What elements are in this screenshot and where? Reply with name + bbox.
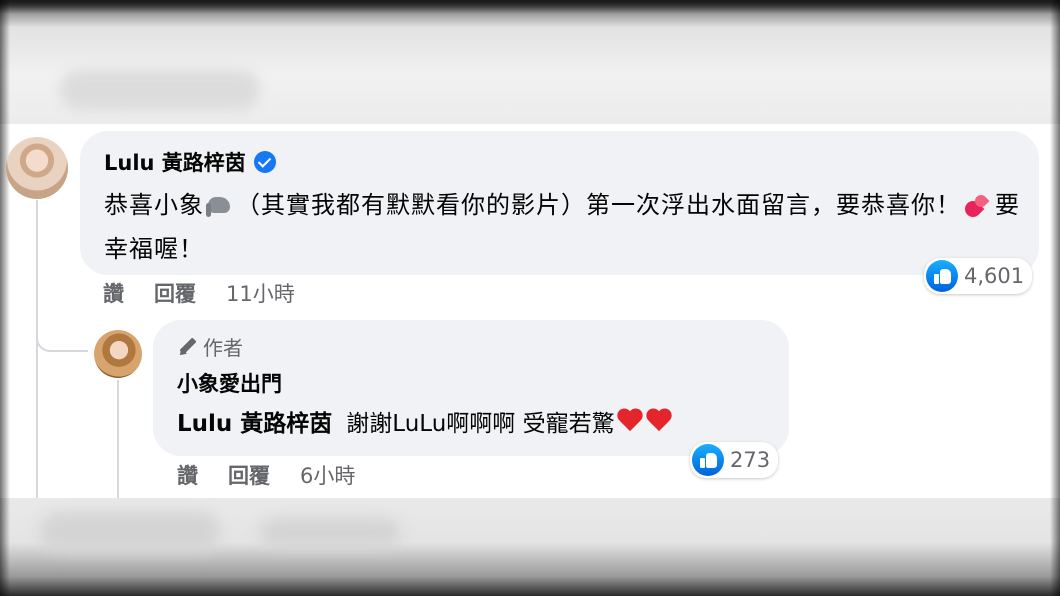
blurred-content (40, 512, 220, 552)
like-reaction-icon (926, 260, 958, 292)
comment-actions: 讚 回覆 11小時 (103, 278, 295, 308)
comment-header: Lulu 黃路梓茵 (104, 147, 276, 177)
blurred-content (260, 518, 400, 548)
comment-author[interactable]: Lulu 黃路梓茵 (104, 147, 246, 177)
reply-text-body: 謝謝LuLu啊啊啊 受寵若驚 (346, 411, 615, 437)
reaction-count: 4,601 (964, 264, 1025, 288)
comment-text: 恭喜小象 （其實我都有默默看你的影片）第一次浮出水面留言，要恭喜你！ 要幸福喔！ (104, 183, 1024, 271)
comment-bubble: Lulu 黃路梓茵 恭喜小象 （其實我都有默默看你的影片）第一次浮出水面留言，要恭… (80, 131, 1039, 275)
verified-icon (253, 151, 276, 173)
mention-link[interactable]: Lulu 黃路梓茵 (177, 404, 332, 438)
reply-text: Lulu 黃路梓茵 謝謝LuLu啊啊啊 受寵若驚 (177, 404, 673, 438)
reply-button[interactable]: 回覆 (154, 278, 196, 308)
avatar[interactable] (94, 330, 142, 378)
elephant-emoji-icon (206, 195, 234, 217)
blurred-bottom-region (0, 498, 1060, 596)
thread-connector (36, 300, 88, 352)
avatar[interactable] (6, 137, 68, 199)
author-badge-label: 作者 (203, 336, 243, 360)
blurred-content (60, 70, 260, 110)
comment-text-part: （其實我都有默默看你的影片）第一次浮出水面留言，要恭喜你！ (236, 191, 961, 219)
like-reaction-icon (692, 444, 724, 476)
reply-actions: 讚 回覆 6小時 (177, 460, 355, 490)
blurred-top-region (0, 0, 1060, 124)
thread-line (117, 380, 119, 498)
author-badge: 作者 (177, 332, 243, 361)
reply-author[interactable]: 小象愛出門 (177, 368, 282, 398)
reply-button[interactable]: 回覆 (228, 460, 270, 490)
edge-shadow-left (0, 0, 10, 596)
like-button[interactable]: 讚 (177, 460, 198, 490)
reaction-summary[interactable]: 273 (690, 442, 779, 478)
red-heart-emoji-icon (647, 409, 673, 433)
timestamp[interactable]: 11小時 (226, 278, 295, 308)
reaction-count: 273 (730, 448, 771, 472)
reaction-summary[interactable]: 4,601 (924, 258, 1033, 294)
timestamp[interactable]: 6小時 (300, 460, 355, 490)
reply-bubble: 作者 小象愛出門 Lulu 黃路梓茵 謝謝LuLu啊啊啊 受寵若驚 (153, 320, 789, 456)
like-button[interactable]: 讚 (103, 278, 124, 308)
edge-shadow-right (1050, 0, 1060, 596)
pencil-icon (177, 337, 197, 357)
comment-text-part: 恭喜小象 (104, 191, 204, 219)
red-heart-emoji-icon (618, 409, 644, 433)
two-hearts-emoji-icon (961, 192, 993, 221)
thread-line (36, 200, 38, 498)
